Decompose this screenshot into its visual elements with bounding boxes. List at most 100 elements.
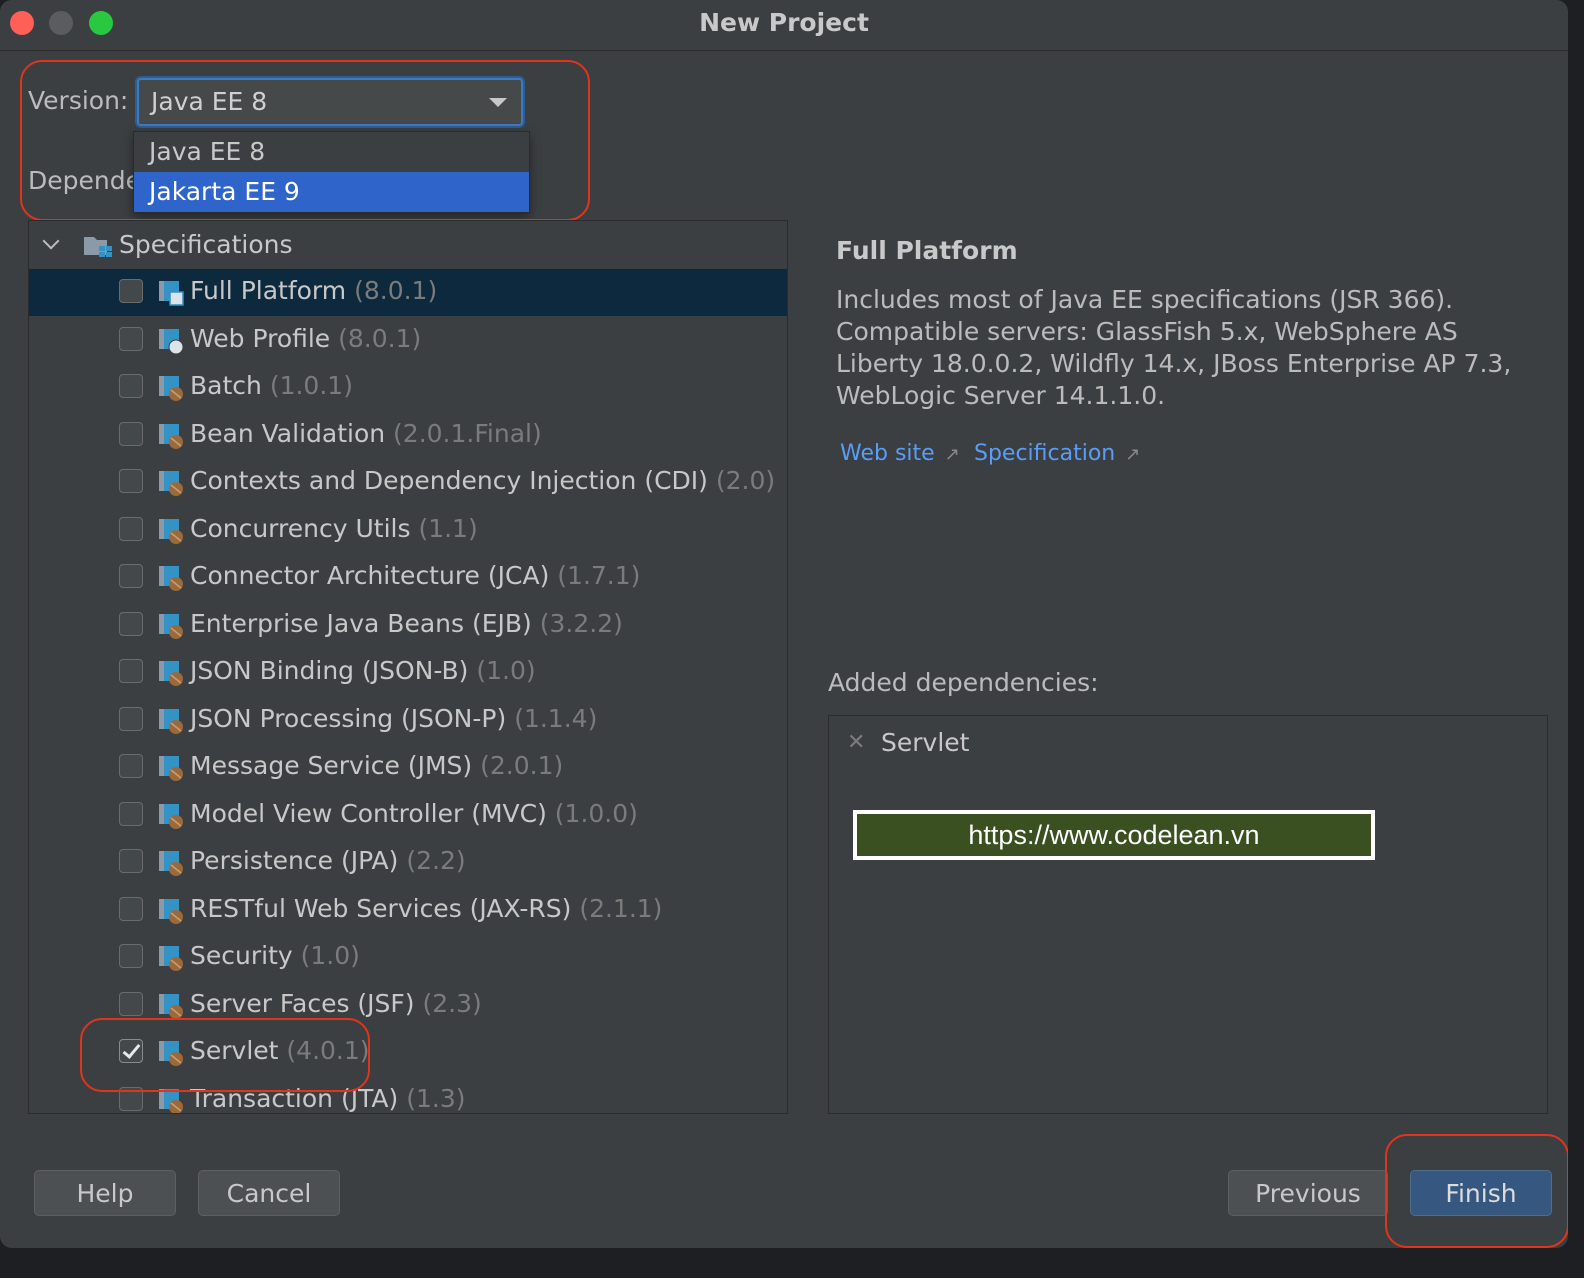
tree-item-label: Server Faces (JSF) (2.3) (190, 989, 482, 1018)
checkbox[interactable] (119, 944, 143, 968)
tree-item-version: (1.0.1) (269, 371, 353, 400)
specification-link-label[interactable]: Specification (974, 441, 1115, 466)
tree-item-name: RESTful Web Services (JAX-RS) (190, 893, 572, 923)
external-link-icon: ↗ (944, 444, 960, 465)
tree-item-version: (3.2.2) (539, 608, 623, 638)
tree-item-label: Connector Architecture (JCA) (1.7.1) (190, 561, 640, 590)
tree-item-label: Batch (1.0.1) (190, 371, 353, 400)
tree-item-name: JSON Processing (JSON-P) (190, 703, 507, 733)
added-dependencies-label: Added dependencies: (828, 668, 1099, 697)
library-icon (159, 661, 183, 686)
tree-item[interactable]: Bean Validation (2.0.1.Final) (29, 412, 787, 459)
tree-item-label: RESTful Web Services (JAX-RS) (2.1.1) (190, 894, 662, 923)
tree-item[interactable]: Web Profile (8.0.1) (29, 317, 787, 364)
window-title: New Project (699, 8, 869, 37)
tree-item-label: Enterprise Java Beans (EJB) (3.2.2) (190, 609, 623, 638)
tree-item[interactable]: JSON Binding (JSON-B) (1.0) (29, 649, 787, 696)
checkbox[interactable] (119, 611, 143, 636)
cancel-button[interactable]: Cancel (198, 1170, 340, 1216)
library-icon (159, 376, 183, 401)
annotation-highlight-servlet (80, 1018, 370, 1092)
tree-item-version: (2.0) (715, 466, 776, 495)
tree-item-version: (8.0.1) (354, 276, 438, 305)
tree-item-name: JSON Binding (JSON-B) (190, 656, 469, 685)
tree-item-name: Web Profile (190, 323, 331, 353)
tree-item-label: Contexts and Dependency Injection (CDI) … (190, 466, 775, 495)
remove-dependency-icon[interactable]: ✕ (847, 730, 865, 755)
tree-item[interactable]: Security (1.0) (29, 934, 787, 981)
library-icon (159, 946, 183, 971)
library-icon (159, 708, 183, 734)
watermark-banner: https://www.codelean.vn (853, 810, 1375, 860)
tree-item-name: Enterprise Java Beans (EJB) (190, 608, 532, 638)
tree-item-label: Message Service (JMS) (2.0.1) (190, 751, 563, 780)
tree-item[interactable]: JSON Processing (JSON-P) (1.1.4) (29, 697, 787, 744)
tree-item-version: (1.0) (300, 941, 360, 970)
details-description: Includes most of Java EE specifications … (836, 285, 1512, 410)
added-dependency-servlet: Servlet (881, 728, 970, 757)
library-icon (159, 613, 183, 639)
library-icon (159, 851, 183, 876)
library-icon (159, 898, 183, 924)
tree-item[interactable]: Persistence (JPA) (2.2) (29, 839, 787, 886)
tree-item[interactable]: Concurrency Utils (1.1) (29, 507, 787, 554)
tree-item-version: (2.1.1) (579, 893, 663, 923)
website-link[interactable]: Web site ↗ (840, 441, 960, 466)
tree-item[interactable]: Connector Architecture (JCA) (1.7.1) (29, 554, 787, 601)
tree-item[interactable]: Model View Controller (MVC) (1.0.0) (29, 792, 787, 839)
tree-item-version: (2.3) (422, 988, 482, 1018)
specification-link[interactable]: Specification ↗ (974, 441, 1140, 466)
library-icon (159, 993, 183, 1019)
tree-item-name: Concurrency Utils (190, 513, 411, 543)
tree-item[interactable]: RESTful Web Services (JAX-RS) (2.1.1) (29, 887, 787, 934)
annotation-highlight-finish (1385, 1134, 1568, 1248)
tree-root-specifications[interactable]: Specifications (29, 221, 787, 269)
tree-item[interactable]: Message Service (JMS) (2.0.1) (29, 744, 787, 791)
checkbox[interactable] (119, 421, 143, 446)
checkbox[interactable] (119, 279, 143, 303)
tree-item-label: JSON Processing (JSON-P) (1.1.4) (190, 704, 597, 733)
tree-item[interactable]: Batch (1.0.1) (29, 364, 787, 411)
checkbox[interactable] (119, 754, 143, 778)
details-title: Full Platform (836, 236, 1018, 265)
tree-item[interactable]: Enterprise Java Beans (EJB) (3.2.2) (29, 602, 787, 649)
checkbox[interactable] (119, 326, 143, 351)
checkbox[interactable] (119, 516, 143, 541)
tree-item-label: Full Platform (8.0.1) (190, 276, 437, 305)
chevron-down-icon[interactable] (42, 232, 60, 250)
help-button[interactable]: Help (34, 1170, 176, 1216)
checkbox[interactable] (119, 896, 143, 921)
tree-item-label: Security (1.0) (190, 941, 360, 970)
platform-icon (159, 281, 184, 306)
tree-item-name: Connector Architecture (JCA) (190, 561, 550, 590)
tree-item-label: Web Profile (8.0.1) (190, 324, 421, 353)
title-bar: New Project (0, 0, 1568, 51)
tree-item[interactable]: Contexts and Dependency Injection (CDI) … (29, 459, 787, 506)
library-icon (159, 566, 183, 591)
checkbox[interactable] (119, 659, 143, 683)
website-link-label[interactable]: Web site (840, 441, 935, 466)
new-project-dialog: New Project Version: Java EE 8 Depende J… (0, 0, 1568, 1248)
library-icon (159, 471, 183, 496)
checkbox[interactable] (119, 706, 143, 731)
checkbox[interactable] (119, 849, 143, 873)
checkbox[interactable] (119, 564, 143, 588)
tree-item-name: Contexts and Dependency Injection (CDI) (190, 466, 708, 495)
tree-item[interactable]: Full Platform (8.0.1) (29, 269, 787, 316)
checkbox[interactable] (119, 801, 143, 826)
checkbox[interactable] (119, 991, 143, 1016)
tree-item-version: (1.0.0) (554, 798, 638, 828)
previous-button[interactable]: Previous (1228, 1170, 1388, 1216)
annotation-highlight-version (20, 60, 590, 221)
tree-item-name: Batch (190, 371, 262, 400)
tree-item-name: Security (190, 941, 293, 970)
tree-item-version: (1.0) (476, 656, 536, 685)
tree-item-label: JSON Binding (JSON-B) (1.0) (190, 656, 536, 685)
tree-item-name: Model View Controller (MVC) (190, 798, 547, 828)
checkbox[interactable] (119, 469, 143, 493)
added-dependencies-list: ✕ Servlet https://www.codelean.vn (828, 715, 1548, 1114)
checkbox[interactable] (119, 374, 143, 398)
tree-item-name: Bean Validation (190, 418, 386, 448)
specifications-tree: Specifications Full Platform (8.0.1) Web … (28, 220, 788, 1114)
tree-item-name: Persistence (JPA) (190, 846, 399, 875)
